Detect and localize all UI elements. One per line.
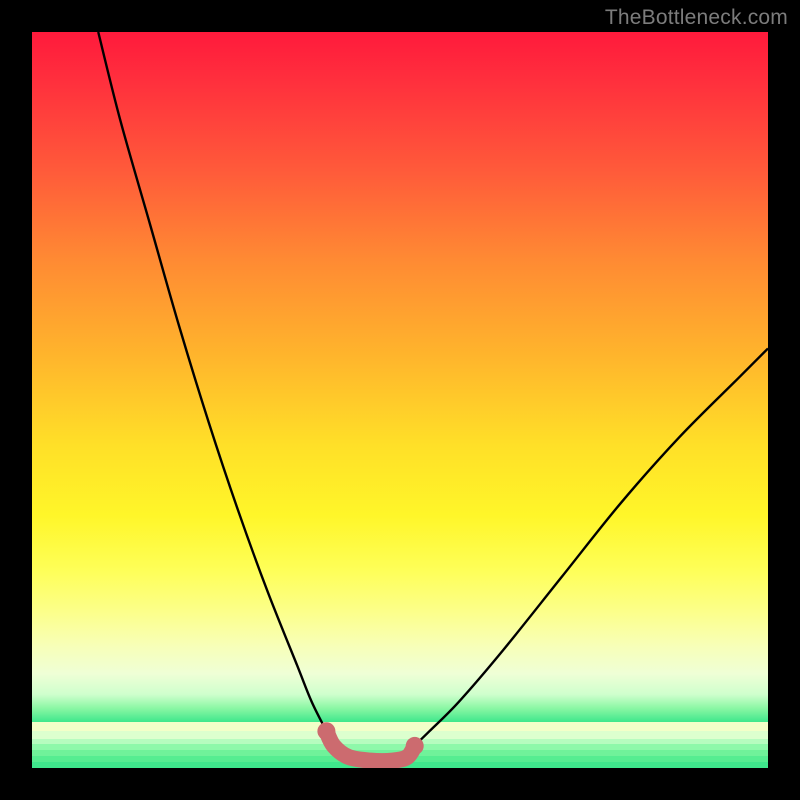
curve-main	[98, 32, 768, 761]
bottleneck-curve	[32, 32, 768, 768]
watermark-text: TheBottleneck.com	[605, 6, 788, 30]
curve-highlight	[326, 731, 414, 761]
chart-frame: TheBottleneck.com	[0, 0, 800, 800]
plot-area	[32, 32, 768, 768]
